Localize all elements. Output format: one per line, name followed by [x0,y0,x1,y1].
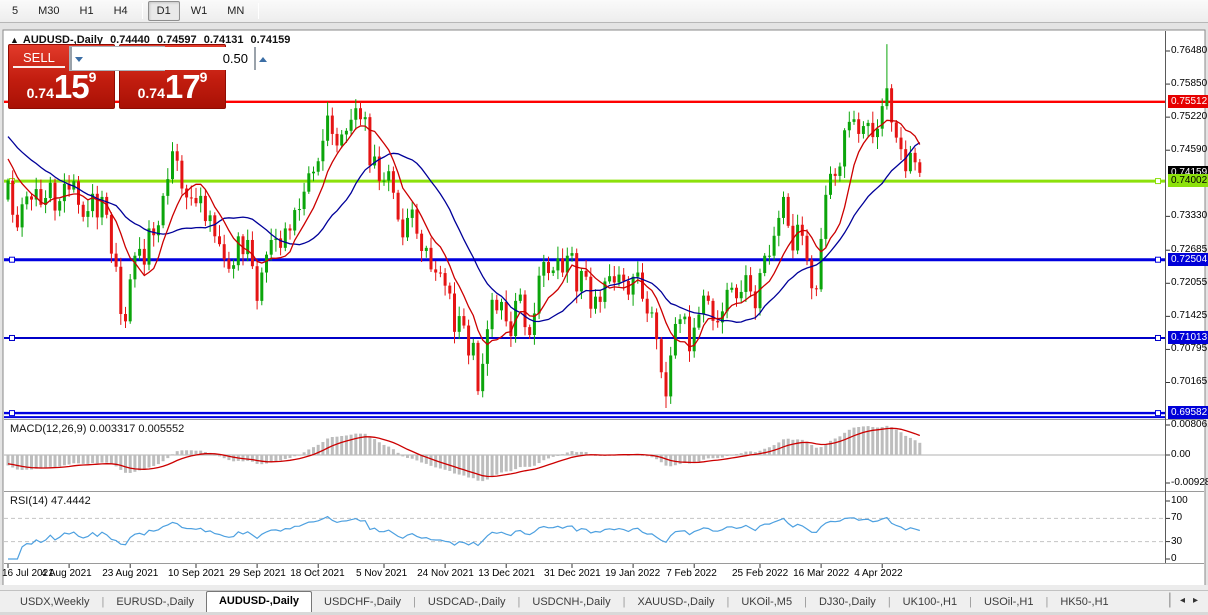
rsi-axis-tick: 0 [1171,553,1177,564]
macd-axis-tick: 0.008061 [1171,419,1208,430]
price-badge: 0.72504 [1168,253,1208,266]
chart-tab-eurusd-daily[interactable]: EURUSD-,Daily [104,593,206,612]
chart-tab-usdcad-daily[interactable]: USDCAD-,Daily [416,593,518,612]
one-click-trading-panel: SELL 0.74159 BUY 0.74179 [8,44,226,109]
date-axis-label: 25 Feb 2022 [732,568,788,579]
chart-tab-usoil-h1[interactable]: USOil-,H1 [972,593,1046,612]
price-axis-tick: 0.70795 [1171,343,1207,354]
date-axis-label: 4 Aug 2021 [41,568,92,579]
chart-tab-usdx-weekly[interactable]: USDX,Weekly [8,593,101,612]
price-axis-tick: 0.72055 [1171,277,1207,288]
chart-tab-ukoil-m5[interactable]: UKOil-,M5 [729,593,804,612]
sell-button[interactable]: SELL [13,48,65,68]
price-axis-tick: 0.73330 [1171,210,1207,221]
date-axis-label: 5 Nov 2021 [356,568,407,579]
chart-plot-area[interactable] [4,31,1165,563]
rsi-axis-tick: 30 [1171,536,1182,547]
ohlc-close: 0.74159 [251,34,291,46]
price-badge: 0.71013 [1168,331,1208,344]
date-axis-label: 29 Sep 2021 [229,568,286,579]
macd-axis-tick: -0.009288 [1171,477,1208,488]
date-axis-label: 4 Apr 2022 [854,568,902,579]
trading-terminal-window: { "toolbar": { "timeframes": [ {"label":… [0,0,1208,615]
timeframe-button-h1[interactable]: H1 [71,1,103,21]
date-axis-label: 13 Dec 2021 [478,568,535,579]
price-badge: 0.69582 [1168,406,1208,419]
price-axis-tick: 0.74590 [1171,144,1207,155]
macd-label: MACD(12,26,9) 0.003317 0.005552 [10,423,184,435]
rsi-axis-tick: 100 [1171,495,1188,506]
tab-separator: | [1168,591,1172,609]
buy-price: 0.74179 [120,68,225,106]
price-axis-tick: 0.75220 [1171,111,1207,122]
sell-price: 0.74159 [9,68,114,106]
price-axis-tick: 0.70165 [1171,376,1207,387]
timeframe-button-5[interactable]: 5 [3,1,27,21]
date-axis-label: 24 Nov 2021 [417,568,474,579]
date-axis-label: 18 Oct 2021 [290,568,344,579]
price-badge: 0.75512 [1168,95,1208,108]
price-axis-tick: 0.71425 [1171,310,1207,321]
volume-increase-button[interactable] [254,47,256,70]
chart-tab-usdcnh-daily[interactable]: USDCNH-,Daily [520,593,622,612]
rsi-axis-tick: 70 [1171,512,1182,523]
chart-tab-audusd-daily[interactable]: AUDUSD-,Daily [206,591,312,613]
date-axis-label: 23 Aug 2021 [102,568,158,579]
price-badge: 0.74002 [1168,174,1208,187]
macd-axis-tick: 0.00 [1171,449,1190,460]
timeframe-button-h4[interactable]: H4 [105,1,137,21]
price-axis-tick: 0.76480 [1171,45,1207,56]
tab-scroll-left-icon[interactable]: ◂ [1180,595,1185,606]
timeframe-button-mn[interactable]: MN [218,1,253,21]
chart-tab-dj30-daily[interactable]: DJ30-,Daily [807,593,888,612]
date-axis-label: 7 Feb 2022 [666,568,717,579]
date-axis-label: 16 Mar 2022 [793,568,849,579]
price-axis-tick: 0.75850 [1171,78,1207,89]
volume-input[interactable] [72,47,254,70]
date-axis-label: 31 Dec 2021 [544,568,601,579]
chart-tab-hk50-h1[interactable]: HK50-,H1 [1048,593,1120,612]
volume-decrease-button[interactable] [70,47,72,70]
timeframe-toolbar: 5M30H1H4 D1W1MN [0,0,1208,23]
chart-tab-xauusd-daily[interactable]: XAUUSD-,Daily [625,593,726,612]
price-axis[interactable]: 0.764800.758500.752200.745900.733300.726… [1167,31,1208,563]
toolbar-separator [258,3,259,19]
timeframe-button-w1[interactable]: W1 [182,1,217,21]
toolbar-separator [142,3,143,19]
triangle-up-icon [259,57,267,62]
rsi-label: RSI(14) 47.4442 [10,495,91,507]
timeframe-button-m30[interactable]: M30 [29,1,68,21]
date-axis-label: 19 Jan 2022 [605,568,660,579]
chart-tab-usdchf-daily[interactable]: USDCHF-,Daily [312,593,413,612]
date-axis-label: 10 Sep 2021 [168,568,225,579]
chart-tab-uk100-h1[interactable]: UK100-,H1 [891,593,969,612]
tab-scroll-right-icon[interactable]: ▸ [1193,595,1198,606]
timeframe-button-d1[interactable]: D1 [148,1,180,21]
date-axis[interactable]: 16 Jul 20214 Aug 202123 Aug 202110 Sep 2… [0,564,1165,584]
chart-tab-bar: USDX,Weekly|EURUSD-,DailyAUDUSD-,DailyUS… [0,590,1208,612]
volume-spinner [69,46,165,71]
triangle-down-icon [75,57,83,62]
